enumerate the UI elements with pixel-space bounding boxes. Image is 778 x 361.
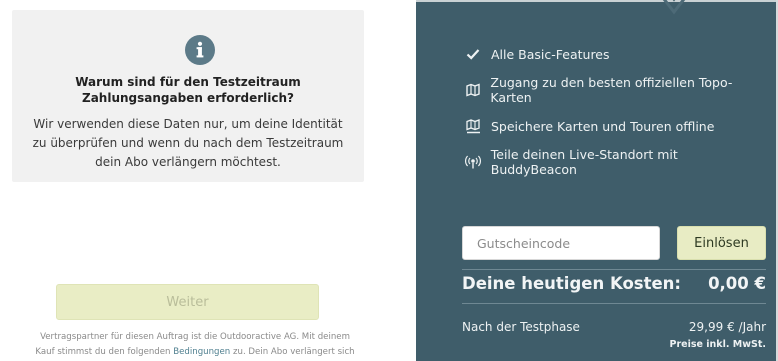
info-text: Wir verwenden diese Daten nur, um deine … (12, 115, 364, 172)
checkmark-icon (464, 45, 482, 63)
decorative-shield-shape (662, 0, 686, 15)
info-text-line: zu überprüfen und wenn du nach dem Testz… (32, 136, 344, 150)
redeem-button[interactable]: Einlösen (677, 226, 766, 260)
after-trial-label: Nach der Testphase (462, 320, 580, 334)
after-trial-price: 29,99 € /Jahr (688, 320, 766, 334)
info-title-line: Zahlungsangaben erforderlich? (82, 91, 294, 105)
divider (462, 303, 766, 304)
live-location-icon (464, 153, 482, 171)
subscription-panel: Alle Basic-Features Zugang zu den besten… (416, 0, 778, 361)
feature-item: Zugang zu den besten offiziellen Topo-Ka… (464, 72, 764, 108)
legal-line: Kauf stimmst du den folgenden Bedingunge… (0, 345, 390, 360)
map-icon (464, 81, 481, 99)
payment-info-column: Warum sind für den Testzeitraum Zahlungs… (0, 0, 416, 361)
info-card: Warum sind für den Testzeitraum Zahlungs… (12, 10, 364, 182)
feature-label: Teile deinen Live-Standort mit BuddyBeac… (490, 147, 678, 177)
offline-map-icon (464, 117, 482, 135)
info-title: Warum sind für den Testzeitraum Zahlungs… (12, 74, 364, 106)
info-title-line: Warum sind für den Testzeitraum (75, 75, 301, 89)
legal-text-before: Kauf stimmst du den folgenden (35, 347, 174, 357)
feature-list: Alle Basic-Features Zugang zu den besten… (464, 36, 764, 180)
info-icon (185, 35, 215, 65)
feature-item: Alle Basic-Features (464, 36, 764, 72)
feature-label: Speichere Karten und Touren offline (491, 118, 715, 134)
feature-label: Zugang zu den besten offiziellen Topo-Ka… (490, 75, 733, 105)
today-cost-label: Deine heutigen Kosten: (462, 274, 682, 293)
legal-line: Vertragspartner für diesen Auftrag ist d… (40, 332, 350, 342)
divider (462, 269, 766, 270)
today-cost-value: 0,00 € (708, 274, 766, 293)
terms-link[interactable]: Bedingungen (173, 347, 230, 357)
info-text-line: Wir verwenden diese Daten nur, um deine … (33, 117, 343, 131)
vat-note: Preise inkl. MwSt. (669, 339, 766, 350)
legal-text-after: zu. Dein Abo verlängert sich (230, 347, 355, 357)
next-button[interactable]: Weiter (56, 284, 319, 320)
feature-item: Speichere Karten und Touren offline (464, 108, 764, 144)
voucher-code-input[interactable] (462, 226, 660, 260)
legal-text: Vertragspartner für diesen Auftrag ist d… (0, 330, 390, 360)
feature-item: Teile deinen Live-Standort mit BuddyBeac… (464, 144, 764, 180)
info-text-line: dein Abo verlängern möchtest. (95, 155, 281, 169)
feature-label: Alle Basic-Features (491, 46, 610, 62)
panel-top-border (416, 0, 778, 2)
